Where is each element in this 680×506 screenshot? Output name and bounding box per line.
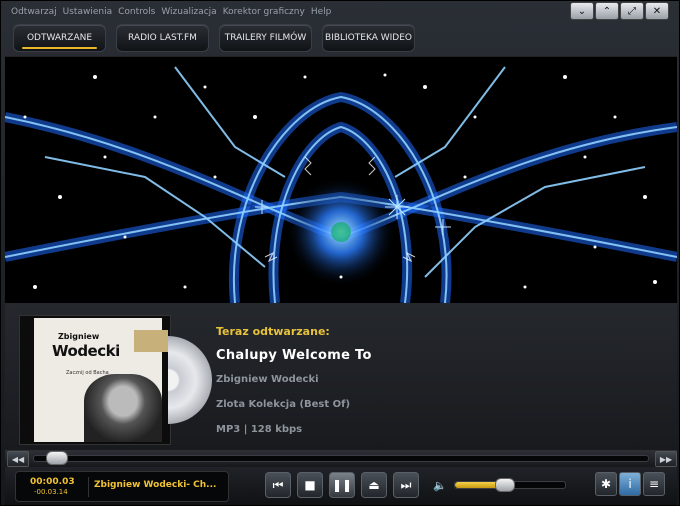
visualization-area	[5, 56, 677, 304]
window-controls: ⌄ ⌃ ⤢ ✕	[570, 2, 669, 20]
menu-controls[interactable]: Controls	[118, 7, 155, 21]
track-album: Zlota Kolekcja (Best Of)	[216, 399, 351, 410]
elapsed-time: 00:00.03	[30, 477, 75, 487]
player-window: Odtwarzaj Ustawienia Controls Wizualizac…	[0, 0, 680, 506]
tab-biblioteka[interactable]: BIBLIOTEKA WIDEO	[322, 24, 415, 52]
lcd-track-title: Zbigniew Wodecki- Ch...	[94, 480, 217, 490]
seek-forward-button[interactable]: ▶▶	[655, 451, 677, 467]
visualization-graphic	[5, 57, 677, 303]
next-button[interactable]: ⏭	[393, 472, 419, 498]
cd-disc	[168, 336, 212, 424]
tab-trailery[interactable]: TRAILERY FILMÓW	[219, 24, 312, 52]
volume-slider[interactable]	[454, 478, 566, 492]
cover-name-small: Zbigniew	[58, 332, 100, 341]
seek-bar: ◀◀ ▶▶	[5, 450, 677, 467]
menu-wizualizacja[interactable]: Wizualizacja	[161, 7, 216, 21]
restore-button[interactable]: ⤢	[620, 2, 644, 20]
now-playing-panel: Zbigniew Wodecki Zacznij od Bacha Teraz …	[5, 303, 677, 450]
main-tabs: ODTWARZANE RADIO LAST.FM TRAILERY FILMÓW…	[13, 24, 415, 52]
stop-button[interactable]: ■	[297, 472, 323, 498]
playlist-menu-button[interactable]: ≡	[643, 472, 665, 496]
track-artist: Zbigniew Wodecki	[216, 374, 319, 385]
track-title: Chalupy Welcome To	[216, 348, 372, 363]
album-sleeve: Zbigniew Wodecki Zacznij od Bacha	[34, 318, 168, 442]
tab-radio-lastfm[interactable]: RADIO LAST.FM	[116, 24, 209, 52]
lcd-display: 00:00.03 -00.03.14 Zbigniew Wodecki- Ch.…	[15, 471, 229, 502]
album-cover: Zbigniew Wodecki Zacznij od Bacha	[19, 315, 212, 445]
remaining-time: -00.03.14	[34, 488, 68, 496]
control-bar: 00:00.03 -00.03.14 Zbigniew Wodecki- Ch.…	[5, 467, 677, 505]
tab-odtwarzane[interactable]: ODTWARZANE	[13, 24, 106, 52]
eject-button[interactable]: ⏏	[361, 472, 387, 498]
seek-knob[interactable]	[46, 451, 68, 465]
now-playing-label: Teraz odtwarzane:	[216, 325, 330, 338]
cover-name-big: Wodecki	[52, 342, 120, 360]
seek-track[interactable]	[33, 451, 649, 465]
seek-back-button[interactable]: ◀◀	[7, 451, 29, 467]
menu-bar: Odtwarzaj Ustawienia Controls Wizualizac…	[11, 7, 331, 21]
cover-tag	[134, 330, 168, 352]
volume-icon[interactable]: 🔈	[433, 479, 447, 492]
cover-photo	[84, 374, 162, 442]
lcd-divider	[88, 477, 89, 497]
info-button[interactable]: i	[619, 472, 641, 496]
menu-korektor[interactable]: Korektor graficzny	[223, 7, 305, 21]
menu-odtwarzaj[interactable]: Odtwarzaj	[11, 7, 57, 21]
menu-help[interactable]: Help	[311, 7, 332, 21]
pause-button[interactable]: ❚❚	[329, 472, 355, 498]
compact-button[interactable]: ⌃	[595, 2, 619, 20]
volume-knob[interactable]	[495, 478, 515, 492]
track-format: MP3 | 128 kbps	[216, 424, 303, 435]
previous-button[interactable]: ⏮	[265, 472, 291, 498]
menu-ustawienia[interactable]: Ustawienia	[63, 7, 112, 21]
minimize-button[interactable]: ⌄	[570, 2, 594, 20]
settings-gear-button[interactable]: ✱	[595, 472, 617, 496]
close-button[interactable]: ✕	[645, 2, 669, 20]
